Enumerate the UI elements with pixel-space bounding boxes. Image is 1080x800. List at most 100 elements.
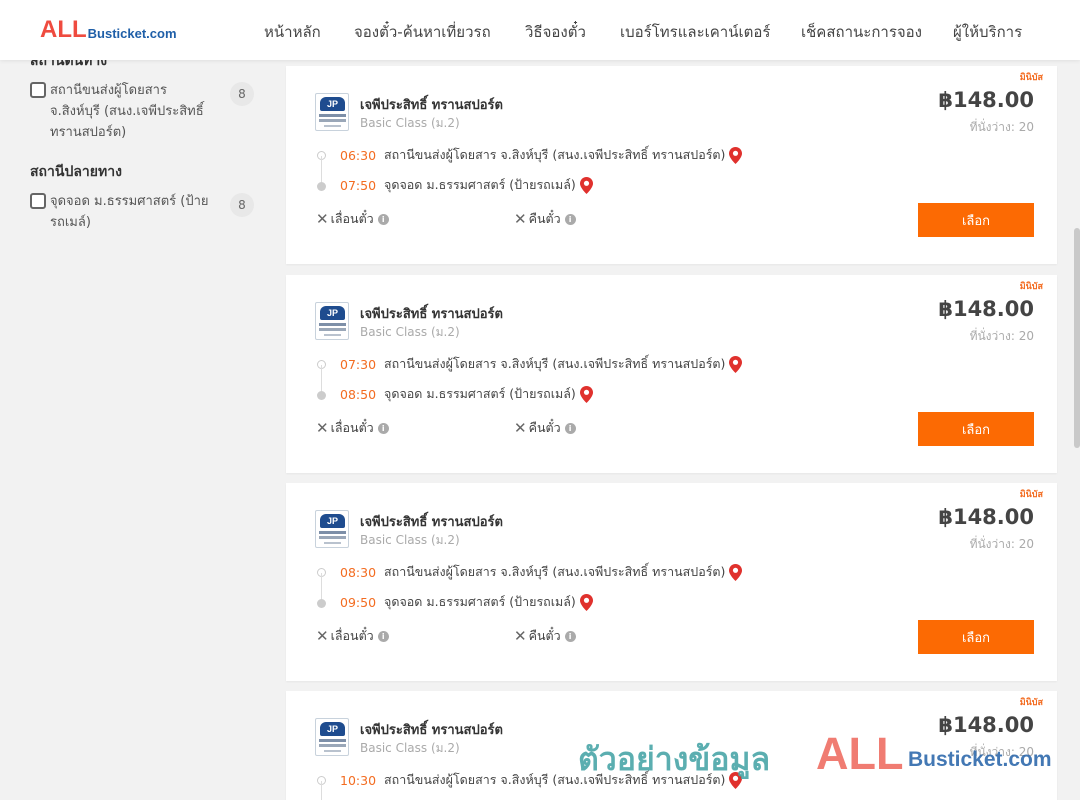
watermark-logo-main: ALL (816, 728, 904, 779)
depart-time: 10:30 (340, 772, 377, 788)
refund-label: คืนตั๋ว (528, 420, 561, 435)
nav-phone-counter[interactable]: เบอร์โทรและเคาน์เตอร์ (620, 20, 770, 44)
destination-option-label[interactable]: จุดจอด ม.ธรรมศาสตร์ (ป้ายรถเมล์) (50, 191, 210, 233)
destination-filter-option: จุดจอด ม.ธรรมศาสตร์ (ป้ายรถเมล์) 8 (30, 191, 260, 233)
arrive-dot (317, 182, 326, 191)
site-header: ALL Busticket.com หน้าหลัก จองตั๋ว-ค้นหา… (0, 0, 1080, 60)
postpone-label: เลื่อนตั๋ว (330, 420, 374, 435)
operator-name: เจพีประสิทธิ์ ทรานสปอร์ต (360, 723, 503, 738)
map-pin-icon[interactable] (729, 355, 743, 373)
minibus-tag: มินิบัส (1019, 698, 1043, 708)
operator-name: เจพีประสิทธิ์ ทรานสปอร์ต (360, 307, 503, 322)
arrive-stop: 09:50 จุดจอด ม.ธรรมศาสตร์ (ป้ายรถเมล์) (340, 592, 593, 612)
info-icon[interactable]: i (377, 213, 389, 225)
cross-icon: ✕ (316, 419, 329, 437)
refund-policy[interactable]: ✕ คืนตั๋ว i (514, 209, 576, 229)
arrive-stop: 08:50 จุดจอด ม.ธรรมศาสตร์ (ป้ายรถเมล์) (340, 384, 593, 404)
cross-icon: ✕ (514, 210, 527, 228)
arrive-dot (317, 599, 326, 608)
select-trip-button[interactable]: เลือก (918, 620, 1034, 654)
arrive-time: 07:50 (340, 177, 377, 193)
depart-stop: 08:30 สถานีขนส่งผู้โดยสาร จ.สิงห์บุรี (ส… (340, 562, 743, 582)
destination-checkbox[interactable] (30, 193, 46, 209)
trip-card: มินิบัส JP เจพีประสิทธิ์ ทรานสปอร์ต Basi… (286, 275, 1057, 473)
operator-name: เจพีประสิทธิ์ ทรานสปอร์ต (360, 515, 503, 530)
info-icon[interactable]: i (564, 213, 576, 225)
depart-place: สถานีขนส่งผู้โดยสาร จ.สิงห์บุรี (สนง.เจพ… (384, 564, 726, 579)
info-icon[interactable]: i (564, 630, 576, 642)
depart-stop: 06:30 สถานีขนส่งผู้โดยสาร จ.สิงห์บุรี (ส… (340, 145, 743, 165)
operator-name: เจพีประสิทธิ์ ทรานสปอร์ต (360, 98, 503, 113)
refund-policy[interactable]: ✕ คืนตั๋ว i (514, 626, 576, 646)
arrive-place: จุดจอด ม.ธรรมศาสตร์ (ป้ายรถเมล์) (384, 177, 576, 192)
map-pin-icon[interactable] (729, 563, 743, 581)
cross-icon: ✕ (316, 627, 329, 645)
map-pin-icon[interactable] (579, 176, 593, 194)
info-icon[interactable]: i (377, 422, 389, 434)
seats-available: ที่นั่งว่าง: 20 (969, 537, 1034, 551)
cross-icon: ✕ (316, 210, 329, 228)
arrive-dot (317, 391, 326, 400)
origin-filter-option: สถานีขนส่งผู้โดยสาร จ.สิงห์บุรี (สนง.เจพ… (30, 80, 260, 143)
bus-class: Basic Class (ม.2) (360, 533, 460, 547)
arrive-time: 08:50 (340, 386, 377, 402)
ticket-price: ฿148.00 (938, 505, 1034, 529)
cross-icon: ✕ (514, 419, 527, 437)
nav-home[interactable]: หน้าหลัก (264, 20, 321, 44)
cross-icon: ✕ (514, 627, 527, 645)
arrive-place: จุดจอด ม.ธรรมศาสตร์ (ป้ายรถเมล์) (384, 594, 576, 609)
map-pin-icon[interactable] (729, 146, 743, 164)
info-icon[interactable]: i (377, 630, 389, 642)
bus-class: Basic Class (ม.2) (360, 325, 460, 339)
depart-time: 06:30 (340, 147, 377, 163)
ticket-price: ฿148.00 (938, 88, 1034, 112)
minibus-tag: มินิบัส (1019, 73, 1043, 83)
nav-check-status[interactable]: เช็คสถานะการจอง (801, 20, 922, 44)
arrive-stop: 07:50 จุดจอด ม.ธรรมศาสตร์ (ป้ายรถเมล์) (340, 175, 593, 195)
refund-label: คืนตั๋ว (528, 628, 561, 643)
origin-checkbox[interactable] (30, 82, 46, 98)
origin-option-label[interactable]: สถานีขนส่งผู้โดยสาร จ.สิงห์บุรี (สนง.เจพ… (50, 80, 210, 143)
postpone-label: เลื่อนตั๋ว (330, 211, 374, 226)
depart-place: สถานีขนส่งผู้โดยสาร จ.สิงห์บุรี (สนง.เจพ… (384, 356, 726, 371)
operator-logo: JP (315, 510, 349, 548)
destination-count-badge: 8 (230, 193, 254, 217)
select-trip-button[interactable]: เลือก (918, 203, 1034, 237)
map-pin-icon[interactable] (579, 385, 593, 403)
arrive-place: จุดจอด ม.ธรรมศาสตร์ (ป้ายรถเมล์) (384, 386, 576, 401)
watermark-logo-sub: Busticket.com (908, 748, 1052, 771)
nav-book-search[interactable]: จองตั๋ว-ค้นหาเที่ยวรถ (354, 20, 491, 44)
bus-class: Basic Class (ม.2) (360, 741, 460, 755)
refund-label: คืนตั๋ว (528, 211, 561, 226)
trip-card: มินิบัส JP เจพีประสิทธิ์ ทรานสปอร์ต Basi… (286, 66, 1057, 264)
postpone-policy[interactable]: ✕ เลื่อนตั๋ว i (316, 418, 389, 438)
minibus-tag: มินิบัส (1019, 282, 1043, 292)
select-trip-button[interactable]: เลือก (918, 412, 1034, 446)
nav-how-to-book[interactable]: วิธีจองตั๋ว (525, 20, 586, 44)
operator-logo: JP (315, 302, 349, 340)
ticket-price: ฿148.00 (938, 297, 1034, 321)
main-nav: หน้าหลัก จองตั๋ว-ค้นหาเที่ยวรถ วิธีจองตั… (0, 20, 1080, 44)
route-line (321, 365, 322, 393)
map-pin-icon[interactable] (579, 593, 593, 611)
operator-logo: JP (315, 718, 349, 756)
seats-available: ที่นั่งว่าง: 20 (969, 120, 1034, 134)
nav-operators[interactable]: ผู้ให้บริการ (953, 20, 1022, 44)
depart-time: 08:30 (340, 564, 377, 580)
route-line (321, 573, 322, 601)
postpone-policy[interactable]: ✕ เลื่อนตั๋ว i (316, 626, 389, 646)
depart-place: สถานีขนส่งผู้โดยสาร จ.สิงห์บุรี (สนง.เจพ… (384, 147, 726, 162)
watermark-sample-text: ตัวอย่างข้อมูล (578, 740, 771, 778)
info-icon[interactable]: i (564, 422, 576, 434)
seats-available: ที่นั่งว่าง: 20 (969, 329, 1034, 343)
origin-count-badge: 8 (230, 82, 254, 106)
filter-sidebar: สถานีต้นทาง สถานีขนส่งผู้โดยสาร จ.สิงห์บ… (30, 50, 260, 251)
ticket-price: ฿148.00 (938, 713, 1034, 737)
route-line (321, 781, 322, 800)
depart-stop: 07:30 สถานีขนส่งผู้โดยสาร จ.สิงห์บุรี (ส… (340, 354, 743, 374)
page-scrollbar[interactable] (1074, 228, 1080, 448)
depart-time: 07:30 (340, 356, 377, 372)
bus-class: Basic Class (ม.2) (360, 116, 460, 130)
postpone-policy[interactable]: ✕ เลื่อนตั๋ว i (316, 209, 389, 229)
refund-policy[interactable]: ✕ คืนตั๋ว i (514, 418, 576, 438)
